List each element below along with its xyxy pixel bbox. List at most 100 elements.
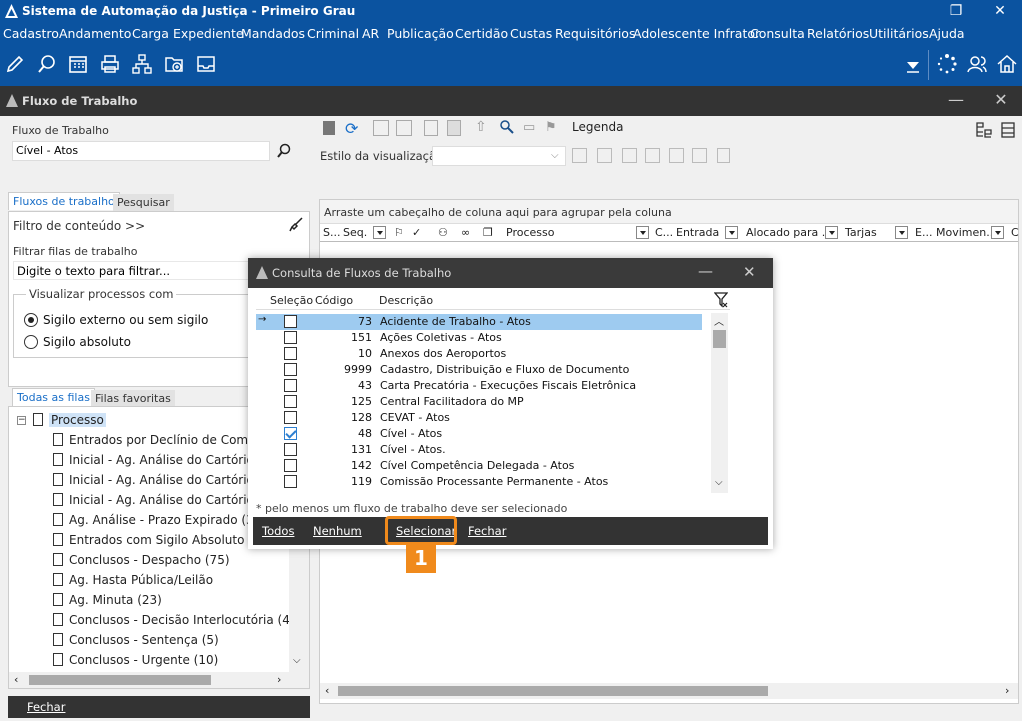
menu-relatorios[interactable]: Relatórios <box>807 26 869 41</box>
add-folder-icon[interactable] <box>163 53 185 75</box>
row-checkbox[interactable] <box>284 315 297 328</box>
search-process-icon[interactable] <box>36 53 58 75</box>
tree-item[interactable]: Entrados com Sigilo Absoluto <box>53 530 244 550</box>
col-c[interactable]: C... <box>655 226 673 239</box>
dialog-table-row[interactable]: 125 Central Facilitadora do MP <box>256 394 702 410</box>
close-workflow-button[interactable]: ✕ <box>986 90 1016 112</box>
menu-publicacao[interactable]: Publicação <box>387 26 454 41</box>
calendar-icon[interactable] <box>67 53 89 75</box>
print-icon[interactable] <box>99 53 121 75</box>
dialog-scroll-thumb[interactable] <box>713 330 726 348</box>
tree-item[interactable]: Conclusos - Despacho (75) <box>53 550 230 570</box>
menu-cadastro[interactable]: Cadastro <box>3 26 59 41</box>
dialog-scroll-up-icon[interactable]: ︿ <box>714 313 724 328</box>
dialog-scroll-down-icon[interactable]: ⌵ <box>715 477 723 488</box>
radio-external-privacy-label[interactable]: Sigilo externo ou sem sigilo <box>43 313 208 327</box>
refresh-icon[interactable]: ⟳ <box>345 119 358 138</box>
people-col-icon[interactable]: ⚇ <box>438 226 448 239</box>
col-entrada-filter-icon[interactable] <box>725 226 738 239</box>
tree-item[interactable]: Entrados por Declínio de Compete <box>53 430 275 450</box>
scroll-down-icon[interactable]: ⌵ <box>293 655 301 666</box>
tab-pesquisar[interactable]: Pesquisar <box>113 194 174 211</box>
col-alocado[interactable]: Alocado para ... <box>746 226 832 239</box>
col-tarjas[interactable]: Tarjas <box>845 226 877 239</box>
tab-filas-favoritas[interactable]: Filas favoritas <box>91 390 175 407</box>
check-col-icon[interactable]: ✓ <box>412 226 421 239</box>
tab-fluxos-de-trabalho[interactable]: Fluxos de trabalho <box>8 192 120 210</box>
menu-custas[interactable]: Custas <box>510 26 552 41</box>
minimize-workflow-button[interactable]: — <box>941 90 971 112</box>
columns-style-icon[interactable] <box>645 148 660 163</box>
tree-scroll-thumb[interactable] <box>29 675 211 685</box>
tag-icon[interactable]: ⚑ <box>545 120 557 135</box>
tree-item[interactable]: Ag. Análise - Prazo Expirado (371 <box>53 510 269 530</box>
col-entrada[interactable]: Entrada <box>676 226 719 239</box>
menu-criminal[interactable]: Criminal <box>307 26 359 41</box>
grid-horizontal-scrollbar[interactable]: ‹ › <box>320 683 1018 699</box>
col-c2[interactable]: C <box>1011 226 1019 239</box>
col-selecao[interactable]: Seleção <box>270 294 313 307</box>
col-movimento-filter-icon[interactable] <box>991 226 1004 239</box>
col-codigo[interactable]: Código <box>315 294 353 307</box>
col-status[interactable]: S... <box>323 226 340 239</box>
link-col-icon[interactable]: ∞ <box>461 226 470 239</box>
clipboard-icon[interactable] <box>424 120 438 136</box>
grid-scroll-left-icon[interactable]: ‹ <box>325 684 329 697</box>
dialog-table-row[interactable]: → 73 Acidente de Trabalho - Atos <box>256 314 702 330</box>
workflow-field[interactable]: Cível - Atos <box>12 141 270 161</box>
delete-style-icon[interactable] <box>597 148 612 163</box>
list-style-icon[interactable] <box>669 148 684 163</box>
scroll-left-icon[interactable]: ‹ <box>14 673 18 686</box>
grid-scroll-right-icon[interactable]: › <box>1005 684 1009 697</box>
edit-icon[interactable] <box>4 53 26 75</box>
view-style-chevron-icon[interactable]: ⌵ <box>551 150 559 161</box>
col-processo-filter-icon[interactable] <box>636 226 649 239</box>
row-checkbox[interactable] <box>284 459 297 472</box>
hierarchy-icon[interactable] <box>131 53 153 75</box>
radio-absolute-privacy-label[interactable]: Sigilo absoluto <box>43 335 131 349</box>
layout-icon[interactable] <box>1000 121 1016 142</box>
col-descricao[interactable]: Descrição <box>379 294 433 307</box>
dialog-vertical-scrollbar[interactable]: ︿ ⌵ <box>711 313 728 493</box>
dialog-close-text-button[interactable]: Fechar <box>468 524 506 538</box>
dropdown-chevron-icon[interactable] <box>902 55 924 77</box>
col-movimento[interactable]: Movimen... <box>936 226 997 239</box>
users-icon[interactable] <box>966 53 988 75</box>
dialog-table-row[interactable]: 10 Anexos dos Aeroportos <box>256 346 702 362</box>
dialog-table-row[interactable]: 43 Carta Precatória - Execuções Fiscais E… <box>256 378 702 394</box>
dialog-table-row[interactable]: 128 CEVAT - Atos <box>256 410 702 426</box>
close-left-button[interactable]: Fechar <box>27 700 65 714</box>
copy-icon[interactable] <box>373 120 389 136</box>
menu-certidao[interactable]: Certidão <box>455 26 508 41</box>
row-checkbox[interactable] <box>284 443 297 456</box>
row-checkbox[interactable] <box>284 427 297 440</box>
tree-item[interactable]: Inicial - Ag. Análise do Cartório (3 <box>53 450 270 470</box>
col-e[interactable]: E... <box>915 226 932 239</box>
home-icon[interactable] <box>996 53 1018 75</box>
copy-col-icon[interactable]: ❐ <box>483 226 493 239</box>
row-checkbox[interactable] <box>284 411 297 424</box>
group-by-area[interactable]: Arraste um cabeçalho de coluna aqui para… <box>320 200 1018 224</box>
radio-absolute-privacy[interactable] <box>24 335 38 349</box>
content-filter-toggle[interactable]: Filtro de conteúdo >> <box>13 219 145 233</box>
tree-root-processo[interactable]: Processo <box>33 410 106 430</box>
tree-item[interactable]: Ag. Hasta Pública/Leilão <box>53 570 213 590</box>
clear-filter-icon[interactable] <box>289 217 304 235</box>
col-alocado-filter-icon[interactable] <box>825 226 838 239</box>
dialog-table-row[interactable]: 131 Cível - Atos. <box>256 442 702 458</box>
bookmark-col-icon[interactable]: ⚐ <box>394 226 404 239</box>
legend-label[interactable]: Legenda <box>572 120 623 134</box>
export-icon[interactable]: ⇧ <box>475 119 487 135</box>
col-processo[interactable]: Processo <box>506 226 554 239</box>
dialog-table-row[interactable]: 119 Comissão Processante Permanente - Ato… <box>256 474 702 490</box>
tree-item[interactable]: Conclusos - Urgente (10) <box>53 650 218 670</box>
menu-expediente[interactable]: Expediente <box>173 26 244 41</box>
scroll-right-icon[interactable]: › <box>277 673 281 686</box>
menu-adolescente-infrator[interactable]: Adolescente Infrator <box>633 26 760 41</box>
inbox-icon[interactable] <box>195 53 217 75</box>
menu-andamento[interactable]: Andamento <box>59 26 131 41</box>
row-checkbox[interactable] <box>284 475 297 488</box>
select-all-button[interactable]: Todos <box>262 524 294 538</box>
stop-icon[interactable] <box>323 121 335 135</box>
tree-item[interactable]: Inicial - Ag. Análise do Cartório co <box>53 490 272 510</box>
